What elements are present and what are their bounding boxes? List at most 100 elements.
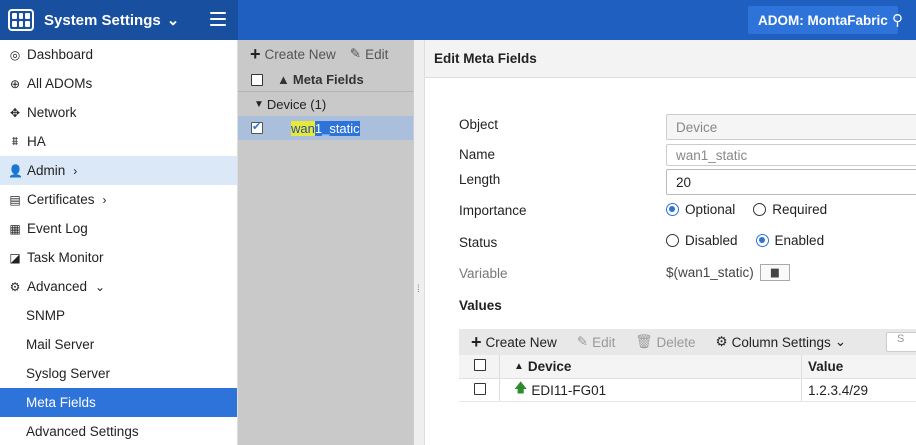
status-label: Status: [459, 235, 498, 250]
edit-panel: Object Device Name wan1_static Length 20…: [425, 78, 916, 445]
values-grid-header: ▲ Device Value: [459, 355, 916, 379]
length-input[interactable]: 20: [666, 169, 916, 195]
tree-group-label: Device (1): [266, 96, 327, 112]
ha-icon: ⩩: [11, 134, 19, 148]
search-match-highlight: wan: [291, 120, 315, 136]
module-title: System Settings: [44, 11, 161, 29]
name-label: Name: [459, 147, 496, 162]
module-selector[interactable]: System Settings ⌄: [44, 11, 180, 30]
adom-selector-button[interactable]: ADOM: MontaFabric: [748, 6, 898, 34]
variable-display: $(wan1_static) ▆: [666, 264, 790, 281]
importance-optional-radio[interactable]: Optional: [666, 202, 735, 217]
edit-icon: ✎: [349, 46, 362, 61]
selected-text: 1_static: [314, 120, 360, 136]
values-grid: + Create New ✎ Edit 🗑 Delete ⚙ Column Se…: [459, 329, 916, 402]
values-toolbar: + Create New ✎ Edit 🗑 Delete ⚙ Column Se…: [459, 329, 916, 355]
length-label: Length: [459, 172, 501, 187]
importance-label: Importance: [459, 203, 527, 218]
chevron-down-icon: ⌄: [95, 279, 106, 294]
sidebar-item-task-monitor[interactable]: ◪ Task Monitor: [0, 243, 237, 272]
sidebar-item-label: Admin: [27, 163, 66, 178]
row-checkbox[interactable]: [251, 120, 263, 134]
column-label: Device: [527, 359, 572, 374]
sidebar-item-admin[interactable]: 👤 Admin ›: [0, 156, 237, 185]
device-cell: EDI11-FG01: [531, 382, 607, 398]
sort-up-icon[interactable]: ▲: [277, 72, 290, 87]
radio-unselected-icon: [753, 203, 767, 216]
variable-label: Variable: [459, 266, 508, 281]
select-all-checkbox[interactable]: [474, 359, 486, 371]
radio-label: Required: [772, 202, 828, 217]
sidebar: ◎ Dashboard ⊕ All ADOMs ✥ Network ⩩ HA 👤…: [0, 40, 238, 445]
delete-label: Delete: [656, 334, 696, 350]
user-icon: 👤: [8, 163, 23, 178]
object-label: Object: [459, 117, 499, 132]
sidebar-item-label: Dashboard: [27, 47, 94, 62]
app-grid-icon[interactable]: [8, 9, 34, 31]
radio-selected-icon: [755, 234, 769, 247]
variable-value: $(wan1_static): [666, 265, 754, 280]
device-up-arrow-icon: 🡅: [514, 380, 528, 395]
sidebar-item-meta-fields[interactable]: Meta Fields: [0, 388, 237, 417]
edit-button[interactable]: ✎ Edit: [350, 46, 389, 62]
status-disabled-radio[interactable]: Disabled: [666, 233, 738, 248]
sidebar-item-advanced-settings[interactable]: Advanced Settings: [0, 417, 237, 445]
values-delete-button[interactable]: 🗑 Delete: [635, 334, 695, 350]
name-field: wan1_static: [666, 144, 916, 166]
radio-selected-icon: [666, 203, 679, 216]
sidebar-item-syslog-server[interactable]: Syslog Server: [0, 359, 237, 388]
column-settings-label: Column Settings: [731, 334, 831, 350]
edit-panel-title: Edit Meta Fields: [425, 40, 916, 78]
network-icon: ✥: [9, 105, 21, 120]
values-edit-button[interactable]: ✎ Edit: [577, 334, 616, 350]
trash-icon: 🗑: [635, 334, 653, 349]
chevron-down-icon: ⌄: [166, 12, 180, 29]
column-settings-button[interactable]: ⚙ Column Settings ⌄: [716, 334, 846, 350]
radio-unselected-icon: [666, 234, 679, 247]
table-row[interactable]: 🡅 EDI11-FG01 1.2.3.4/29: [459, 379, 916, 402]
values-create-new-button[interactable]: + Create New: [471, 333, 557, 351]
row-checkbox[interactable]: [474, 382, 486, 395]
panel-resize-handle[interactable]: ⁞: [413, 40, 425, 445]
tree-row[interactable]: wan1_static: [238, 116, 413, 140]
sidebar-item-dashboard[interactable]: ◎ Dashboard: [0, 40, 237, 69]
chevron-down-icon: ⌄: [834, 334, 847, 349]
edit-icon: ✎: [576, 334, 589, 349]
app-header: System Settings ⌄: [0, 0, 238, 40]
task-monitor-icon: ◪: [9, 250, 21, 265]
values-section-title: Values: [459, 298, 502, 313]
caret-down-icon: ▼: [254, 98, 264, 110]
tree-column-header[interactable]: Meta Fields: [293, 72, 364, 87]
status-enabled-radio[interactable]: Enabled: [755, 233, 824, 248]
sidebar-item-snmp[interactable]: SNMP: [0, 301, 237, 330]
hamburger-menu-icon[interactable]: [210, 12, 226, 26]
select-all-checkbox[interactable]: [251, 73, 263, 86]
tree-group-device[interactable]: ▼ Device (1): [238, 92, 413, 116]
importance-required-radio[interactable]: Required: [753, 202, 827, 217]
value-column-header[interactable]: Value: [801, 355, 916, 378]
sidebar-item-event-log[interactable]: ▦ Event Log: [0, 214, 237, 243]
event-log-icon: ▦: [9, 221, 21, 236]
copy-variable-button[interactable]: ▆: [759, 264, 790, 281]
create-new-label: Create New: [485, 334, 557, 350]
sort-up-icon: ▲: [514, 361, 524, 372]
meta-fields-tree-panel: + Create New ✎ Edit ▲ Meta Fields ▼ Devi…: [238, 40, 413, 445]
sidebar-item-advanced[interactable]: ⚙ Advanced ⌄: [0, 272, 237, 301]
grip-icon: ⁞: [417, 284, 420, 295]
device-column-header[interactable]: ▲ Device: [499, 355, 801, 378]
create-new-button[interactable]: + Create New: [250, 45, 336, 63]
sidebar-item-network[interactable]: ✥ Network: [0, 98, 237, 127]
sidebar-item-label: Event Log: [27, 221, 88, 236]
top-bar: System Settings ⌄ ADOM: MontaFabric ⚲: [0, 0, 916, 40]
values-search-input[interactable]: S: [886, 332, 916, 352]
tree-toolbar: + Create New ✎ Edit: [238, 40, 413, 68]
sidebar-item-label: Advanced: [27, 279, 88, 294]
create-new-label: Create New: [264, 46, 336, 62]
sidebar-item-ha[interactable]: ⩩ HA: [0, 127, 237, 156]
edit-label: Edit: [592, 334, 616, 350]
sidebar-item-all-adoms[interactable]: ⊕ All ADOMs: [0, 69, 237, 98]
sidebar-item-certificates[interactable]: ▤ Certificates ›: [0, 185, 237, 214]
sidebar-item-label: HA: [27, 134, 46, 149]
user-tools-icon[interactable]: ⚲: [892, 11, 903, 29]
sidebar-item-mail-server[interactable]: Mail Server: [0, 330, 237, 359]
